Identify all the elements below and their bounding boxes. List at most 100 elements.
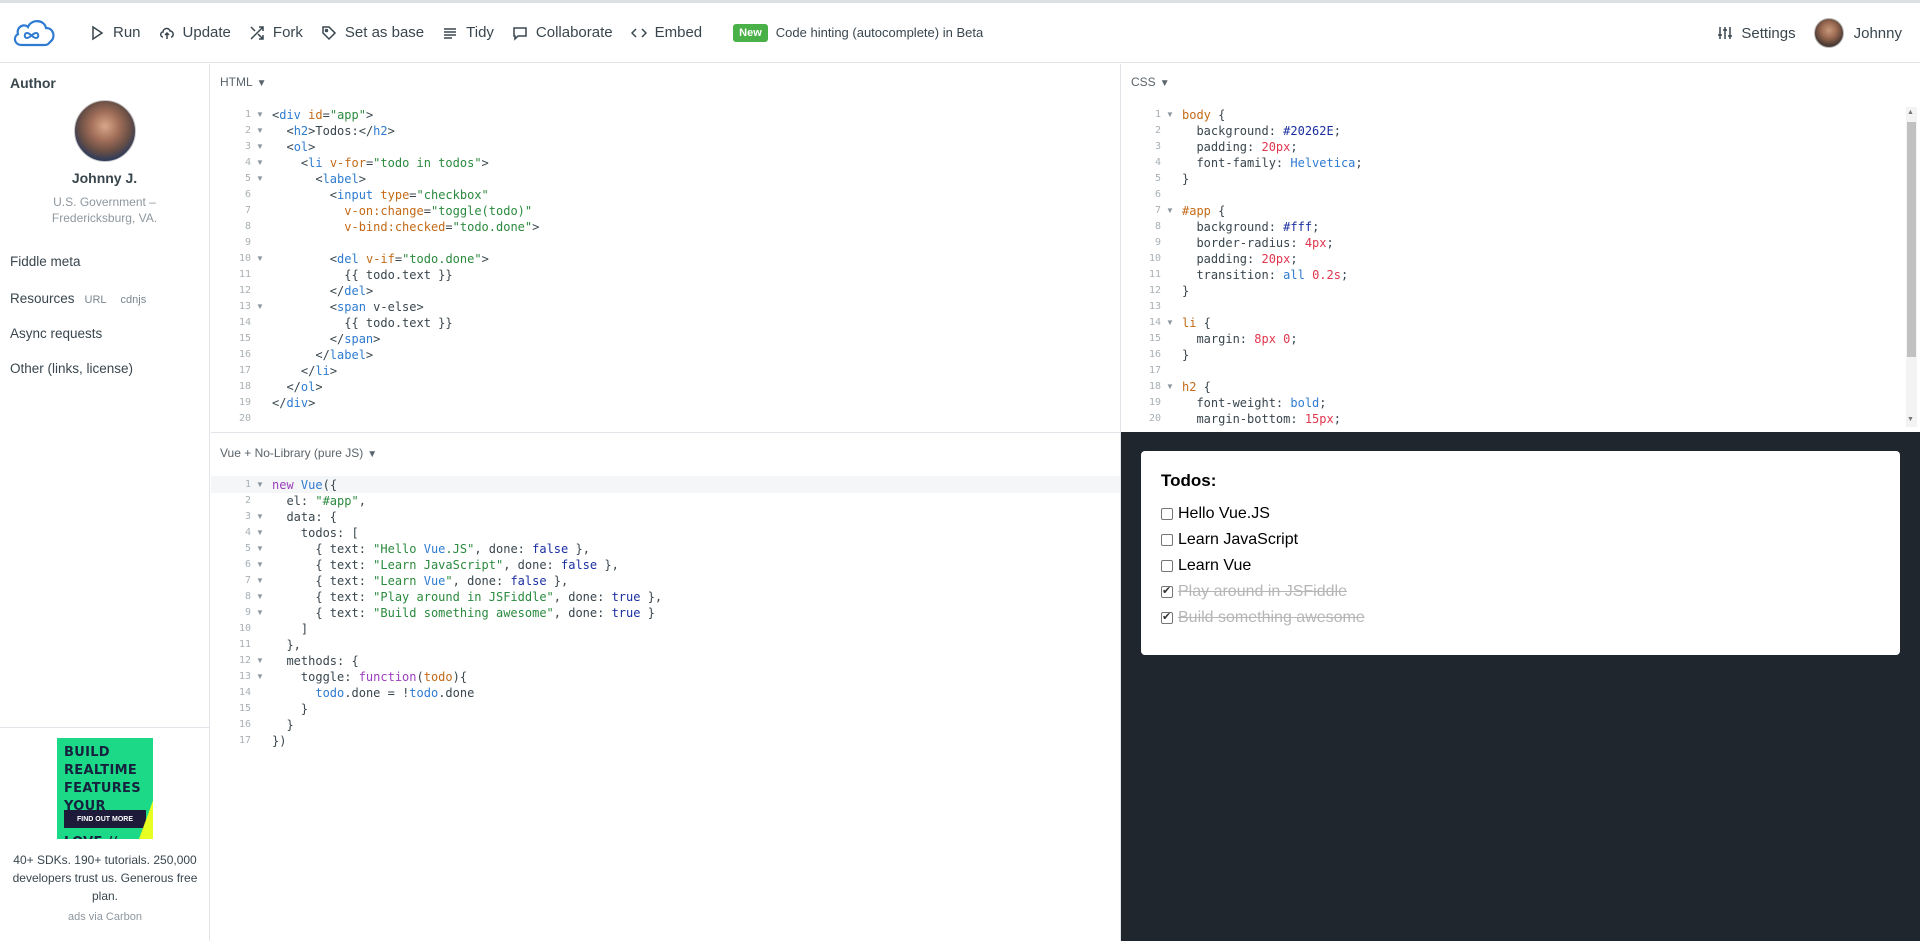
- code-line[interactable]: { text: "Learn JavaScript", done: false …: [272, 557, 618, 573]
- code-line[interactable]: font-weight: bold;: [1182, 395, 1326, 411]
- code-line[interactable]: transition: all 0.2s;: [1182, 267, 1348, 283]
- author-name[interactable]: Johnny J.: [0, 170, 209, 186]
- todo-item[interactable]: Learn Vue: [1161, 553, 1880, 579]
- embed-button[interactable]: Embed: [622, 3, 712, 63]
- code-line[interactable]: ]: [272, 621, 308, 637]
- fold-toggle-icon[interactable]: ▼: [1166, 315, 1174, 331]
- code-line[interactable]: </del>: [272, 283, 373, 299]
- carbon-ad[interactable]: BUILD REALTIME FEATURES YOUR USERS LOVE …: [0, 664, 210, 923]
- fold-toggle-icon[interactable]: ▼: [1166, 107, 1174, 123]
- fold-toggle-icon[interactable]: ▼: [256, 669, 264, 685]
- code-line[interactable]: body {: [1182, 107, 1225, 123]
- fold-toggle-icon[interactable]: ▼: [256, 155, 264, 171]
- resources-url-link[interactable]: URL: [85, 294, 107, 306]
- set-as-base-button[interactable]: Set as base: [312, 3, 433, 63]
- code-line[interactable]: {{ todo.text }}: [272, 315, 452, 331]
- code-line[interactable]: }: [272, 717, 293, 733]
- code-line[interactable]: <span v-else>: [272, 299, 424, 315]
- code-line[interactable]: todo.done = !todo.done: [272, 685, 474, 701]
- fold-toggle-icon[interactable]: ▼: [256, 589, 264, 605]
- fold-toggle-icon[interactable]: ▼: [256, 653, 264, 669]
- code-line[interactable]: <ol>: [272, 139, 315, 155]
- todo-checkbox[interactable]: [1161, 610, 1173, 624]
- fold-toggle-icon[interactable]: ▼: [256, 107, 264, 123]
- todo-checkbox[interactable]: [1161, 560, 1173, 572]
- fold-toggle-icon[interactable]: ▼: [256, 541, 264, 557]
- fold-toggle-icon[interactable]: ▼: [256, 557, 264, 573]
- code-line[interactable]: v-bind:checked="todo.done">: [272, 219, 539, 235]
- tidy-button[interactable]: Tidy: [433, 3, 503, 63]
- code-line[interactable]: padding: 20px;: [1182, 139, 1297, 155]
- update-button[interactable]: Update: [150, 3, 240, 63]
- sidebar-item-resources[interactable]: Resources: [10, 291, 75, 306]
- scroll-up-icon[interactable]: ▲: [1907, 109, 1914, 116]
- code-line[interactable]: </span>: [272, 331, 381, 347]
- todo-checkbox[interactable]: [1161, 508, 1173, 520]
- code-line[interactable]: background: #fff;: [1182, 219, 1319, 235]
- run-button[interactable]: Run: [80, 3, 150, 63]
- todo-item[interactable]: Learn JavaScript: [1161, 527, 1880, 553]
- fold-toggle-icon[interactable]: ▼: [256, 251, 264, 267]
- todo-checkbox[interactable]: [1161, 584, 1173, 598]
- code-line[interactable]: el: "#app",: [272, 493, 366, 509]
- html-panel-label[interactable]: HTML ▼: [220, 75, 267, 89]
- horizontal-divider[interactable]: [211, 432, 1120, 433]
- code-line[interactable]: </ol>: [272, 379, 322, 395]
- code-line[interactable]: background: #20262E;: [1182, 123, 1341, 139]
- code-line[interactable]: methods: {: [272, 653, 358, 669]
- code-line[interactable]: }: [1182, 283, 1189, 299]
- fold-toggle-icon[interactable]: ▼: [256, 573, 264, 589]
- jsfiddle-logo-icon[interactable]: [10, 15, 58, 51]
- code-line[interactable]: <del v-if="todo.done">: [272, 251, 489, 267]
- beta-notice[interactable]: Code hinting (autocomplete) in Beta: [776, 25, 983, 40]
- fold-toggle-icon[interactable]: ▼: [256, 509, 264, 525]
- code-line[interactable]: </div>: [272, 395, 315, 411]
- code-line[interactable]: </label>: [272, 347, 373, 363]
- code-line[interactable]: }: [1182, 347, 1189, 363]
- fold-toggle-icon[interactable]: ▼: [256, 171, 264, 187]
- code-line[interactable]: border-radius: 4px;: [1182, 235, 1333, 251]
- code-line[interactable]: <label>: [272, 171, 366, 187]
- code-line[interactable]: },: [272, 637, 300, 653]
- code-line[interactable]: data: {: [272, 509, 337, 525]
- sidebar-item-async-requests[interactable]: Async requests: [10, 326, 210, 341]
- code-line[interactable]: margin: 8px 0;: [1182, 331, 1297, 347]
- todo-checkbox[interactable]: [1161, 534, 1173, 546]
- ads-via-carbon[interactable]: ads via Carbon: [0, 911, 210, 923]
- code-line[interactable]: #app {: [1182, 203, 1225, 219]
- fold-toggle-icon[interactable]: ▼: [256, 477, 264, 493]
- fold-toggle-icon[interactable]: ▼: [256, 525, 264, 541]
- fold-toggle-icon[interactable]: ▼: [1166, 379, 1174, 395]
- code-line[interactable]: { text: "Learn Vue", done: false },: [272, 573, 568, 589]
- code-line[interactable]: <li v-for="todo in todos">: [272, 155, 489, 171]
- js-panel-label[interactable]: Vue + No-Library (pure JS) ▼: [220, 446, 377, 460]
- fold-toggle-icon[interactable]: ▼: [256, 605, 264, 621]
- fold-toggle-icon[interactable]: ▼: [256, 139, 264, 155]
- collaborate-button[interactable]: Collaborate: [503, 3, 622, 63]
- fork-button[interactable]: Fork: [240, 3, 312, 63]
- css-scrollbar-thumb[interactable]: [1907, 122, 1916, 357]
- sidebar-item-other[interactable]: Other (links, license): [10, 361, 210, 376]
- sidebar-item-fiddle-meta[interactable]: Fiddle meta: [10, 254, 210, 269]
- code-line[interactable]: toggle: function(todo){: [272, 669, 467, 685]
- resources-cdnjs-link[interactable]: cdnjs: [121, 294, 147, 306]
- code-line[interactable]: li {: [1182, 315, 1211, 331]
- code-line[interactable]: { text: "Hello Vue.JS", done: false },: [272, 541, 590, 557]
- settings-button[interactable]: Settings: [1708, 3, 1804, 63]
- code-line[interactable]: v-on:change="toggle(todo)": [272, 203, 532, 219]
- todo-item[interactable]: Hello Vue.JS: [1161, 501, 1880, 527]
- code-line[interactable]: margin-bottom: 15px;: [1182, 411, 1341, 427]
- fold-toggle-icon[interactable]: ▼: [1166, 203, 1174, 219]
- code-line[interactable]: }: [272, 701, 308, 717]
- code-line[interactable]: new Vue({: [272, 477, 337, 493]
- todo-item[interactable]: Build something awesome: [1161, 605, 1880, 631]
- code-line[interactable]: <div id="app">: [272, 107, 373, 123]
- css-panel-label[interactable]: CSS ▼: [1131, 75, 1170, 89]
- code-line[interactable]: { text: "Build something awesome", done:…: [272, 605, 655, 621]
- ad-text[interactable]: 40+ SDKs. 190+ tutorials. 250,000 develo…: [12, 851, 198, 905]
- user-menu[interactable]: Johnny: [1805, 3, 1920, 63]
- todo-item[interactable]: Play around in JSFiddle: [1161, 579, 1880, 605]
- ad-image[interactable]: BUILD REALTIME FEATURES YOUR USERS LOVE …: [57, 738, 153, 839]
- scroll-down-icon[interactable]: ▼: [1907, 416, 1914, 423]
- code-line[interactable]: </li>: [272, 363, 337, 379]
